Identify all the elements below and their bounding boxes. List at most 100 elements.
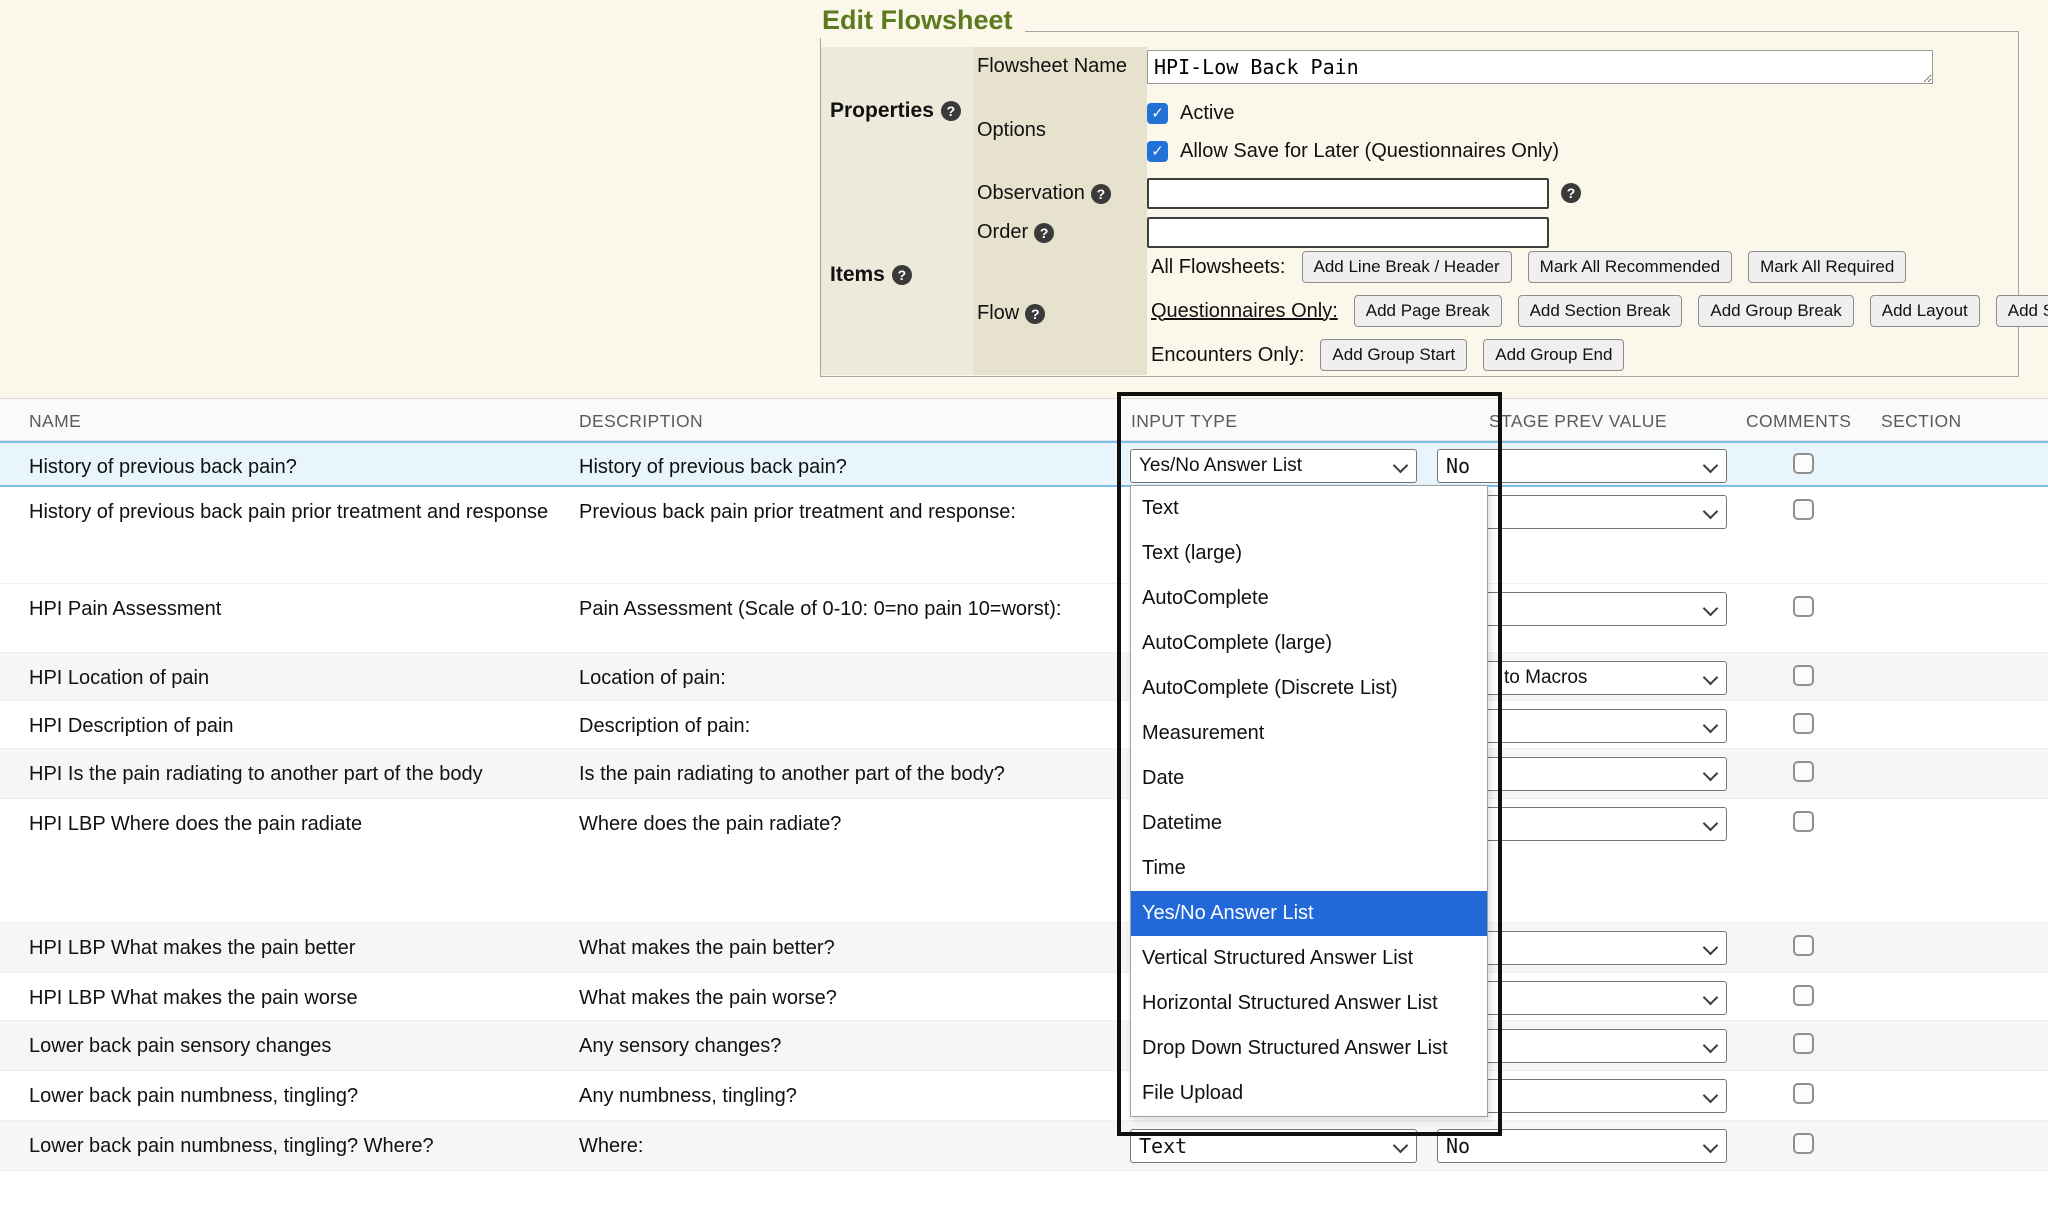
chevron-down-icon [1393, 458, 1409, 474]
items-section-header: Items ? [821, 174, 973, 375]
flow-group-encounters-only: Encounters Only: Add Group Start Add Gro… [1147, 333, 2027, 377]
item-name: Lower back pain sensory changes [29, 1033, 549, 1059]
item-description: What makes the pain worse? [579, 985, 1064, 1011]
stage-prev-select[interactable]: No [1437, 449, 1727, 483]
comments-checkbox[interactable] [1793, 596, 1814, 617]
table-row[interactable]: Lower back pain numbness, tingling? Wher… [0, 1121, 2048, 1171]
mark-all-required-button[interactable]: Mark All Required [1748, 251, 1906, 283]
table-row[interactable]: Lower back pain sensory changes Any sens… [0, 1021, 2048, 1071]
item-name: HPI LBP What makes the pain worse [29, 985, 549, 1011]
add-layout-button[interactable]: Add Layout [1870, 295, 1980, 327]
add-section-break-button[interactable]: Add Section Break [1518, 295, 1683, 327]
flow-group-all-flowsheets: All Flowsheets: Add Line Break / Header … [1147, 245, 2027, 289]
comments-checkbox[interactable] [1793, 761, 1814, 782]
input-type-select[interactable]: Yes/No Answer List [1130, 449, 1417, 483]
table-row[interactable]: HPI Pain Assessment Pain Assessment (Sca… [0, 584, 2048, 653]
chevron-down-icon [1703, 1138, 1719, 1154]
item-description: Where: [579, 1133, 1064, 1159]
observation-input[interactable] [1147, 178, 1549, 209]
comments-checkbox[interactable] [1793, 453, 1814, 474]
chevron-down-icon [1393, 1138, 1409, 1154]
input-type-option[interactable]: AutoComplete [1131, 576, 1487, 621]
add-page-break-button[interactable]: Add Page Break [1354, 295, 1502, 327]
checked-checkbox[interactable]: ✓ [1147, 103, 1168, 124]
mark-all-recommended-button[interactable]: Mark All Recommended [1528, 251, 1732, 283]
input-type-dropdown-list: Text Text (large) AutoComplete AutoCompl… [1130, 485, 1488, 1117]
chevron-down-icon [1703, 990, 1719, 1006]
input-type-option[interactable]: Datetime [1131, 801, 1487, 846]
table-row[interactable]: HPI Description of pain Description of p… [0, 701, 2048, 749]
item-name: History of previous back pain prior trea… [29, 499, 549, 525]
comments-checkbox[interactable] [1793, 665, 1814, 686]
input-type-option-selected[interactable]: Yes/No Answer List [1131, 891, 1487, 936]
table-row[interactable]: HPI LBP Where does the pain radiate Wher… [0, 799, 2048, 923]
all-flowsheets-label: All Flowsheets: [1151, 256, 1286, 279]
table-row[interactable]: HPI Is the pain radiating to another par… [0, 749, 2048, 799]
column-header-description: DESCRIPTION [579, 411, 703, 432]
checked-checkbox[interactable]: ✓ [1147, 141, 1168, 162]
item-name: Lower back pain numbness, tingling? Wher… [29, 1133, 549, 1159]
page-title: Edit Flowsheet [819, 5, 1025, 38]
item-name: HPI Pain Assessment [29, 596, 549, 622]
input-type-option[interactable]: Measurement [1131, 711, 1487, 756]
comments-checkbox[interactable] [1793, 713, 1814, 734]
table-row[interactable]: Lower back pain numbness, tingling? Any … [0, 1071, 2048, 1121]
chevron-down-icon [1703, 458, 1719, 474]
stage-prev-select[interactable]: No [1437, 1129, 1727, 1163]
add-group-break-button[interactable]: Add Group Break [1698, 295, 1853, 327]
table-row[interactable]: History of previous back pain prior trea… [0, 487, 2048, 584]
input-type-option[interactable]: Time [1131, 846, 1487, 891]
help-icon[interactable]: ? [1091, 184, 1111, 204]
input-type-option[interactable]: Text [1131, 486, 1487, 531]
table-row[interactable]: HPI LBP What makes the pain better What … [0, 923, 2048, 973]
comments-checkbox[interactable] [1793, 1133, 1814, 1154]
table-row[interactable]: HPI Location of pain Location of pain: t… [0, 653, 2048, 701]
help-icon[interactable]: ? [1561, 183, 1581, 203]
item-description: Where does the pain radiate? [579, 811, 1064, 837]
table-row[interactable]: History of previous back pain? History o… [0, 441, 2048, 487]
add-line-break-header-button[interactable]: Add Line Break / Header [1302, 251, 1512, 283]
item-name: HPI Is the pain radiating to another par… [29, 761, 549, 787]
comments-checkbox[interactable] [1793, 1033, 1814, 1054]
order-input[interactable] [1147, 217, 1549, 248]
flow-group-questionnaires-only: Questionnaires Only: Add Page Break Add … [1147, 289, 2027, 333]
comments-checkbox[interactable] [1793, 499, 1814, 520]
comments-checkbox[interactable] [1793, 985, 1814, 1006]
add-group-start-button[interactable]: Add Group Start [1320, 339, 1467, 371]
flowsheet-items-table: NAME DESCRIPTION INPUT TYPE STAGE PREV V… [0, 398, 2048, 1217]
comments-checkbox[interactable] [1793, 1083, 1814, 1104]
input-type-option[interactable]: Text (large) [1131, 531, 1487, 576]
table-header-row: NAME DESCRIPTION INPUT TYPE STAGE PREV V… [0, 399, 2048, 441]
table-row[interactable]: HPI LBP What makes the pain worse What m… [0, 973, 2048, 1021]
help-icon[interactable]: ? [941, 101, 961, 121]
flow-buttons-area: All Flowsheets: Add Line Break / Header … [1147, 245, 2027, 377]
help-icon[interactable]: ? [1034, 223, 1054, 243]
input-type-option[interactable]: File Upload [1131, 1071, 1487, 1116]
help-icon[interactable]: ? [892, 265, 912, 285]
input-type-option[interactable]: AutoComplete (Discrete List) [1131, 666, 1487, 711]
comments-checkbox[interactable] [1793, 935, 1814, 956]
help-icon[interactable]: ? [1025, 304, 1045, 324]
item-name: Lower back pain numbness, tingling? [29, 1083, 549, 1109]
flowsheet-name-input[interactable]: HPI-Low Back Pain [1147, 50, 1933, 84]
option-save-later-row: ✓ Allow Save for Later (Questionnaires O… [1147, 134, 1559, 168]
item-name: History of previous back pain? [29, 454, 549, 480]
input-type-option[interactable]: Drop Down Structured Answer List [1131, 1026, 1487, 1071]
chevron-down-icon [1703, 670, 1719, 686]
item-name: HPI Location of pain [29, 665, 549, 691]
input-type-option[interactable]: Vertical Structured Answer List [1131, 936, 1487, 981]
column-header-name: NAME [29, 411, 81, 432]
comments-checkbox[interactable] [1793, 811, 1814, 832]
add-scriptlet-button[interactable]: Add Scriptlet [1996, 295, 2048, 327]
add-group-end-button[interactable]: Add Group End [1483, 339, 1624, 371]
questionnaires-only-label: Questionnaires Only: [1151, 300, 1338, 323]
input-type-select[interactable]: Text [1130, 1129, 1417, 1163]
column-header-section: SECTION [1881, 411, 1962, 432]
input-type-option[interactable]: Horizontal Structured Answer List [1131, 981, 1487, 1026]
chevron-down-icon [1703, 816, 1719, 832]
items-label: Items [830, 263, 885, 287]
item-description: Location of pain: [579, 665, 1064, 691]
input-type-option[interactable]: AutoComplete (large) [1131, 621, 1487, 666]
input-type-option[interactable]: Date [1131, 756, 1487, 801]
properties-section-header: Properties ? [821, 47, 973, 174]
